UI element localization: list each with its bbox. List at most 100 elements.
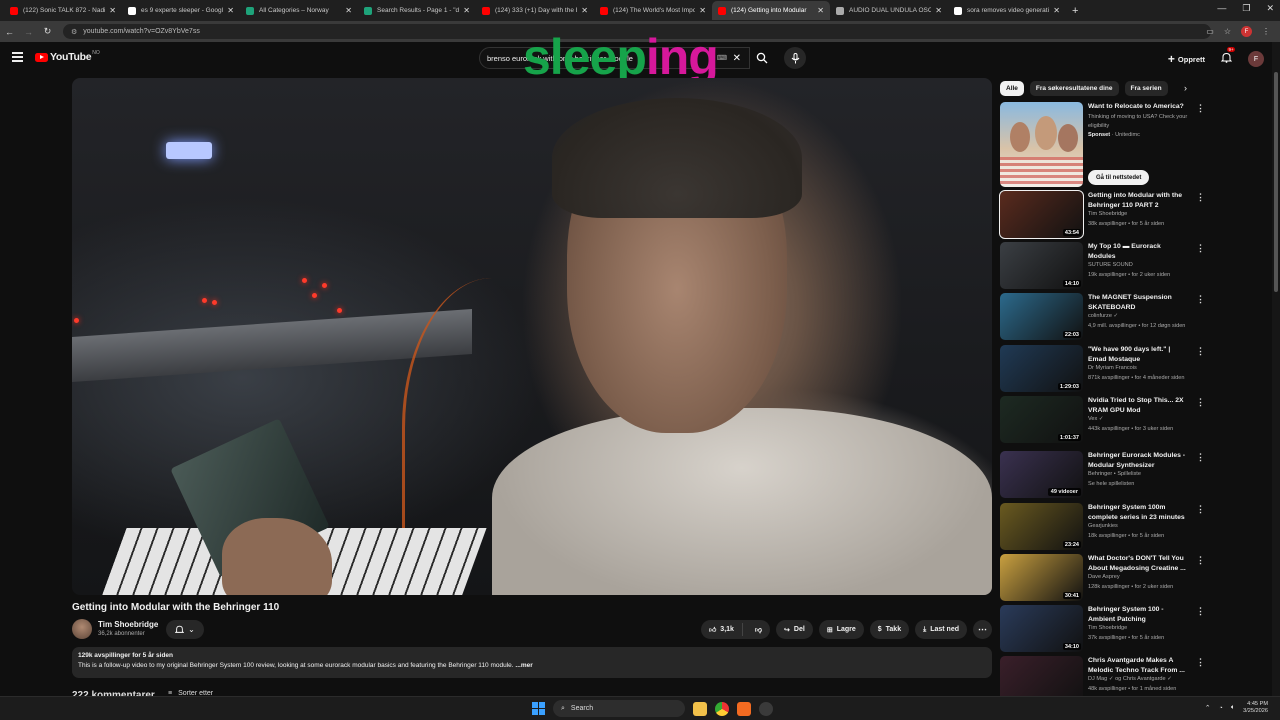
file-explorer-icon[interactable]	[693, 701, 707, 716]
guide-menu-icon[interactable]	[12, 52, 23, 64]
browser-tab[interactable]: (124) 333 (+1) Day with the EV ✕	[476, 1, 594, 20]
tab-close-icon[interactable]: ✕	[817, 6, 824, 15]
back-icon[interactable]: ←	[0, 27, 19, 37]
recommendation-channel[interactable]: Behringer • Spilleliste	[1088, 471, 1141, 477]
recommendation-title[interactable]: The MAGNET Suspension SKATEBOARD	[1088, 293, 1188, 313]
cast-icon[interactable]: ▭	[1206, 27, 1214, 36]
scrollbar-thumb[interactable]	[1274, 72, 1278, 292]
recommendation-title[interactable]: Behringer Eurorack Modules - Modular Syn…	[1088, 451, 1188, 471]
more-vert-icon[interactable]: ⋮	[1196, 555, 1205, 566]
site-info-icon[interactable]: ⚙	[71, 28, 77, 36]
account-avatar[interactable]: F	[1248, 51, 1264, 67]
channel-name[interactable]: Tim Shoebridge	[98, 620, 158, 629]
browser-tab[interactable]: (124) Getting into Modular ✕	[712, 1, 830, 20]
keyboard-icon[interactable]: ⌨	[717, 54, 727, 62]
more-actions-button[interactable]: ⋯	[973, 620, 992, 639]
volume-icon[interactable]: 🔈︎	[1231, 704, 1235, 712]
recommendation-title[interactable]: Chris Avantgarde Makes A Melodic Techno …	[1088, 656, 1188, 676]
recommendation-item[interactable]: 43:54 Getting into Modular with the Behri…	[999, 190, 1205, 239]
filter-chip[interactable]: Fra serien	[1124, 81, 1168, 96]
recommendation-title[interactable]: Behringer System 100m complete series in…	[1088, 503, 1188, 523]
download-button[interactable]: ⤓ Last ned	[915, 620, 967, 639]
recommendation-item[interactable]: 1:29:03 "We have 900 days left." | Emad M…	[1000, 345, 1205, 393]
video-player[interactable]	[72, 78, 992, 595]
search-input[interactable]: brenso eurorack with only behringer modu…	[479, 47, 750, 69]
visit-site-button[interactable]: Gå til nettstedet	[1088, 170, 1150, 185]
filter-chip[interactable]: Fra søkeresultatene dine	[1029, 81, 1119, 96]
reload-icon[interactable]: ↻	[38, 26, 57, 37]
dislike-button[interactable]: 👎︎	[747, 625, 770, 634]
app-icon[interactable]	[759, 701, 773, 716]
more-vert-icon[interactable]: ⋮	[1196, 192, 1205, 203]
recommendation-channel[interactable]: Tim Shoebridge	[1088, 211, 1127, 217]
recommendation-channel[interactable]: Dr Myriam Francois	[1088, 365, 1137, 371]
forward-icon[interactable]: →	[19, 27, 38, 37]
recommendation-item[interactable]: 22:03 The MAGNET Suspension SKATEBOARD col…	[1000, 293, 1205, 341]
recommendation-item[interactable]: 34:10 Behringer System 100 - Ambient Patc…	[1000, 605, 1205, 653]
tab-close-icon[interactable]: ✕	[1053, 6, 1060, 15]
bookmark-star-icon[interactable]: ☆	[1224, 27, 1231, 36]
browser-tab[interactable]: Search Results - Page 1 - "dual ✕	[358, 1, 476, 20]
tab-close-icon[interactable]: ✕	[935, 6, 942, 15]
video-thumbnail[interactable]: 30:41	[1000, 554, 1083, 601]
tab-close-icon[interactable]: ✕	[699, 6, 706, 15]
search-button[interactable]	[750, 47, 774, 69]
recommendation-channel[interactable]: DJ Mag ✓ og Chris Avantgarde ✓	[1088, 676, 1172, 682]
chevron-right-icon[interactable]: ›	[1184, 83, 1187, 93]
browser-tab[interactable]: es 9 experte sleeper - Google S ✕	[122, 1, 240, 20]
subscription-bell-button[interactable]: ⌄	[166, 620, 204, 639]
browser-tab[interactable]: All Categories – Norway ✕	[240, 1, 358, 20]
voice-search-button[interactable]	[784, 47, 806, 69]
close-window-icon[interactable]: ✕	[1266, 3, 1274, 14]
url-input[interactable]: ⚙ youtube.com/watch?v=OZv8YbVe7ss	[63, 24, 1211, 39]
recommendation-item[interactable]: 49 videoer Behringer Eurorack Modules - M…	[1000, 451, 1205, 499]
network-icon[interactable]: ◔	[1219, 705, 1223, 712]
video-thumbnail[interactable]: 34:10	[1000, 605, 1083, 652]
page-scrollbar[interactable]	[1272, 42, 1280, 700]
video-thumbnail[interactable]: 23:24	[1000, 503, 1083, 550]
chrome-icon[interactable]	[715, 701, 729, 716]
taskbar-search[interactable]: ⌕ Search	[553, 700, 685, 717]
channel-avatar[interactable]	[72, 619, 92, 639]
browser-tab[interactable]: (122) Sonic TALK 872 - Nadia St ✕	[4, 1, 122, 20]
tab-close-icon[interactable]: ✕	[109, 6, 116, 15]
video-thumbnail[interactable]: 1:01:37	[1000, 396, 1083, 443]
more-vert-icon[interactable]: ⋮	[1196, 346, 1205, 357]
thanks-button[interactable]: $ Takk	[869, 620, 910, 639]
more-vert-icon[interactable]: ⋮	[1196, 657, 1205, 668]
browser-tab[interactable]: sora removes video generating ✕	[948, 1, 1066, 20]
more-vert-icon[interactable]: ⋮	[1196, 294, 1205, 305]
recommendation-title[interactable]: Behringer System 100 - Ambient Patching	[1088, 605, 1188, 625]
recommendation-channel[interactable]: Dave Asprey	[1088, 574, 1120, 580]
browser-tab[interactable]: (124) The World's Most Importa ✕	[594, 1, 712, 20]
description-box[interactable]: 129k avspillinger for 5 år siden This is…	[72, 647, 992, 678]
video-thumbnail[interactable]: 1:29:03	[1000, 345, 1083, 392]
recommendation-item[interactable]: 30:41 What Doctor's DON'T Tell You About …	[1000, 554, 1205, 602]
recommendation-title[interactable]: My Top 10 ▬ Eurorack Modules	[1088, 242, 1188, 262]
more-vert-icon[interactable]: ⋮	[1196, 504, 1205, 515]
create-button[interactable]: + Opprett	[1168, 52, 1205, 66]
new-tab-button[interactable]: +	[1072, 5, 1078, 17]
tab-close-icon[interactable]: ✕	[345, 6, 352, 15]
browser-tab[interactable]: AUDIO DUAL UNDULA OSCILL✕	[830, 1, 948, 20]
brave-icon[interactable]	[737, 701, 751, 716]
save-button[interactable]: ⊞ Lagre	[818, 620, 864, 639]
recommendation-channel[interactable]: colinfurze ✓	[1088, 313, 1118, 319]
more-vert-icon[interactable]: ⋮	[1196, 606, 1205, 617]
recommendation-channel[interactable]: SUTURE SOUND	[1088, 262, 1133, 268]
recommendation-title[interactable]: "We have 900 days left." | Emad Mostaque	[1088, 345, 1188, 365]
recommendation-item[interactable]: 1:01:37 Nvidia Tried to Stop This... 2X V…	[1000, 396, 1205, 444]
video-thumbnail[interactable]: 49 videoer	[1000, 451, 1083, 498]
video-thumbnail[interactable]: 43:54	[999, 190, 1084, 239]
recommendation-channel[interactable]: Vex ✓	[1088, 416, 1104, 422]
video-thumbnail[interactable]: 14:10	[1000, 242, 1083, 289]
recommendation-title[interactable]: Nvidia Tried to Stop This... 2X VRAM GPU…	[1088, 396, 1188, 416]
more-vert-icon[interactable]: ⋮	[1196, 243, 1205, 254]
ad-thumbnail[interactable]	[1000, 102, 1083, 187]
share-button[interactable]: ↪ Del	[776, 620, 813, 639]
clock[interactable]: 4:45 PM 3/25/2026	[1243, 701, 1268, 715]
browser-menu-icon[interactable]: ⋮	[1262, 27, 1270, 36]
recommendation-item[interactable]: 14:10 My Top 10 ▬ Eurorack Modules SUTURE …	[1000, 242, 1205, 290]
more-vert-icon[interactable]: ⋮	[1196, 397, 1205, 408]
windows-start-icon[interactable]	[532, 702, 545, 715]
